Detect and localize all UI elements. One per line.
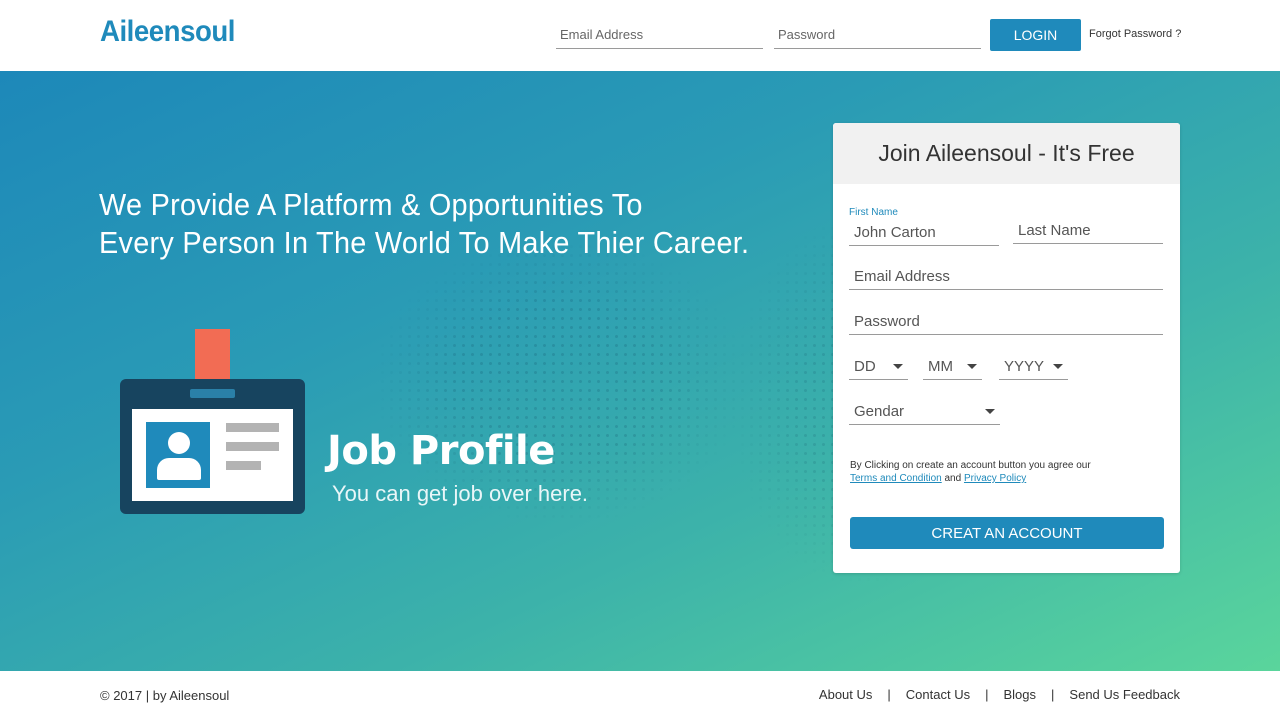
first-name-label: First Name [849,207,898,218]
signup-panel: Join Aileensoul - It's Free First Name D… [833,123,1180,573]
footer-links: About Us | Contact Us | Blogs | Send Us … [819,687,1180,702]
footer-link-about[interactable]: About Us [819,687,872,702]
header-password-input[interactable] [774,20,981,49]
month-select[interactable]: MM [923,353,982,380]
day-select[interactable]: DD [849,353,908,380]
month-select-value: MM [928,358,953,375]
site-header: Aileensoul LOGIN Forgot Password ? [0,0,1280,71]
id-badge-icon [120,329,306,515]
year-select[interactable]: YYYY [999,353,1068,380]
footer-separator: | [985,687,989,702]
terms-and: and [944,473,962,484]
badge-text-line [226,442,279,451]
footer-link-contact[interactable]: Contact Us [906,687,970,702]
footer-separator: | [1051,687,1055,702]
login-button[interactable]: LOGIN [990,19,1081,51]
site-logo[interactable]: Aileensoul [100,15,235,49]
header-email-input[interactable] [556,20,763,49]
caret-down-icon [967,364,977,369]
signup-email-input[interactable] [849,264,1163,290]
forgot-password-link[interactable]: Forgot Password ? [1089,28,1181,40]
year-select-value: YYYY [1004,358,1045,375]
signup-title: Join Aileensoul - It's Free [833,123,1180,184]
copyright-text: © 2017 | by Aileensoul [100,688,230,703]
signup-password-input[interactable] [849,309,1163,335]
terms-text: By Clicking on create an account button … [850,460,1091,471]
badge-text-line [226,461,261,470]
feature-title: Job Profile [327,428,555,474]
badge-card [120,379,305,514]
user-avatar-icon [146,422,210,488]
feature-subtitle: You can get job over here. [332,481,589,506]
badge-text-line [226,423,279,432]
site-footer: © 2017 | by Aileensoul About Us | Contac… [0,671,1280,720]
footer-separator: | [887,687,891,702]
caret-down-icon [893,364,903,369]
caret-down-icon [985,409,995,414]
day-select-value: DD [854,358,876,375]
caret-down-icon [1053,364,1063,369]
gender-select[interactable]: Gendar [849,398,1000,425]
badge-clip [190,389,235,398]
terms-notice: By Clicking on create an account button … [850,459,1170,485]
last-name-input[interactable] [1013,218,1163,244]
create-account-button[interactable]: CREAT AN ACCOUNT [850,517,1164,549]
gender-select-value: Gendar [854,403,905,420]
hero-headline: We Provide A Platform & Opportunities To… [99,186,750,262]
terms-link[interactable]: Terms and Condition [850,473,942,484]
hero-headline-line1: We Provide A Platform & Opportunities To [99,187,643,222]
footer-link-feedback[interactable]: Send Us Feedback [1069,687,1180,702]
privacy-link[interactable]: Privacy Policy [964,473,1026,484]
first-name-input[interactable] [849,220,999,246]
footer-link-blogs[interactable]: Blogs [1004,687,1037,702]
badge-card-face [132,409,293,501]
hero-headline-line2: Every Person In The World To Make Thier … [99,225,750,260]
